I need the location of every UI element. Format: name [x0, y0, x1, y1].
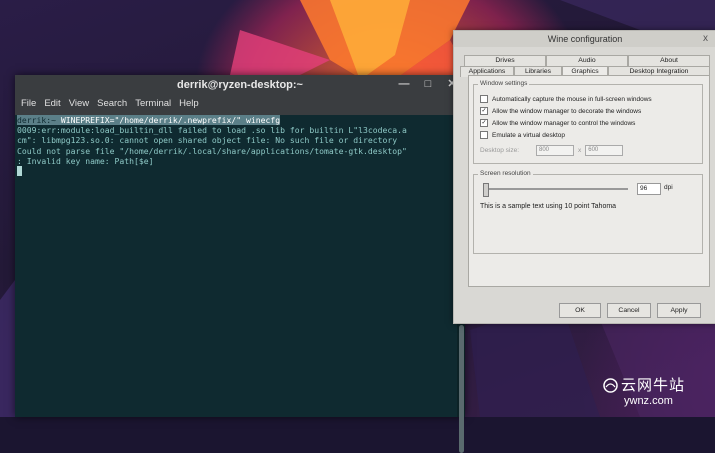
checkbox-checked[interactable]: ✓: [480, 119, 488, 127]
checkbox[interactable]: [480, 131, 488, 139]
dpi-slider-handle[interactable]: [483, 183, 489, 197]
ok-button[interactable]: OK: [559, 303, 601, 318]
command-line: derrik:~ WINEPREFIX="/home/derrik/.newpr…: [17, 115, 455, 125]
scrollbar-thumb[interactable]: [459, 325, 464, 453]
dpi-field[interactable]: 96: [637, 183, 661, 195]
output-line: 0009:err:module:load_builtin_dll failed …: [17, 125, 407, 136]
menu-help[interactable]: Help: [179, 98, 199, 115]
watermark-url: ywnz.com: [624, 395, 673, 407]
output-line: : Invalid key name: Path[$e]: [17, 155, 154, 166]
apply-button[interactable]: Apply: [657, 303, 701, 318]
sample-text: This is a sample text using 10 point Tah…: [480, 203, 617, 210]
menu-terminal[interactable]: Terminal: [135, 98, 171, 115]
dpi-unit: dpi: [664, 184, 673, 191]
minimize-icon[interactable]: —: [397, 77, 411, 91]
option-label: Automatically capture the mouse in full-…: [492, 95, 652, 103]
tab-audio[interactable]: Audio: [546, 55, 628, 66]
terminal-titlebar[interactable]: derrik@ryzen-desktop:~ — □ ✕: [15, 75, 465, 95]
menu-search[interactable]: Search: [97, 98, 127, 115]
menu-file[interactable]: File: [21, 98, 36, 115]
output-line: Could not parse file "/home/derrik/.loca…: [17, 145, 407, 156]
option-label: Allow the window manager to decorate the…: [492, 107, 642, 115]
text-cursor: [17, 166, 22, 177]
window-settings-group: Window settings Automatically capture th…: [473, 80, 703, 164]
option-decorate-windows[interactable]: ✓ Allow the window manager to decorate t…: [480, 107, 641, 115]
shell-prompt: derrik:~: [17, 115, 56, 125]
menu-edit[interactable]: Edit: [44, 98, 60, 115]
dpi-slider-track[interactable]: [484, 188, 628, 190]
cancel-button[interactable]: Cancel: [607, 303, 651, 318]
desktop-size-row: Desktop size: 800 x 600: [480, 145, 624, 156]
option-label: Allow the window manager to control the …: [492, 119, 636, 127]
group-title: Window settings: [478, 80, 530, 87]
terminal-window[interactable]: derrik@ryzen-desktop:~ — □ ✕ File Edit V…: [15, 75, 465, 453]
wine-config-dialog[interactable]: Wine configuration x Drives Audio About …: [453, 30, 715, 324]
option-virtual-desktop[interactable]: Emulate a virtual desktop: [480, 131, 565, 139]
option-capture-mouse[interactable]: Automatically capture the mouse in full-…: [480, 95, 652, 103]
option-control-windows[interactable]: ✓ Allow the window manager to control th…: [480, 119, 635, 127]
maximize-icon[interactable]: □: [421, 77, 435, 91]
screen-resolution-group: Screen resolution 96 dpi This is a sampl…: [473, 170, 703, 254]
output-line: cm": libmpg123.so.0: cannot open shared …: [17, 135, 398, 146]
wine-titlebar[interactable]: Wine configuration x: [454, 31, 715, 47]
menu-view[interactable]: View: [69, 98, 89, 115]
checkbox[interactable]: [480, 95, 488, 103]
checkbox-checked[interactable]: ✓: [480, 107, 488, 115]
watermark-logo-icon: [603, 378, 618, 393]
tab-drives[interactable]: Drives: [464, 55, 546, 66]
group-title: Screen resolution: [478, 170, 533, 177]
dialog-title: Wine configuration: [547, 34, 623, 44]
tab-about[interactable]: About: [628, 55, 710, 66]
watermark-text: 云网牛站: [621, 376, 686, 394]
desktop-size-label: Desktop size:: [480, 147, 520, 154]
desktop-width-field[interactable]: 800: [536, 145, 574, 156]
option-label: Emulate a virtual desktop: [492, 131, 565, 139]
desktop-size-x: x: [578, 147, 582, 154]
cursor-line: [17, 166, 455, 177]
terminal-menubar: File Edit View Search Terminal Help: [15, 95, 465, 115]
close-icon[interactable]: x: [703, 31, 708, 47]
desktop-height-field[interactable]: 600: [585, 145, 624, 156]
typed-command: WINEPREFIX="/home/derrik/.newprefix/" wi…: [55, 115, 281, 125]
graphics-panel: Window settings Automatically capture th…: [468, 75, 710, 287]
terminal-output[interactable]: derrik:~ WINEPREFIX="/home/derrik/.newpr…: [15, 115, 457, 417]
